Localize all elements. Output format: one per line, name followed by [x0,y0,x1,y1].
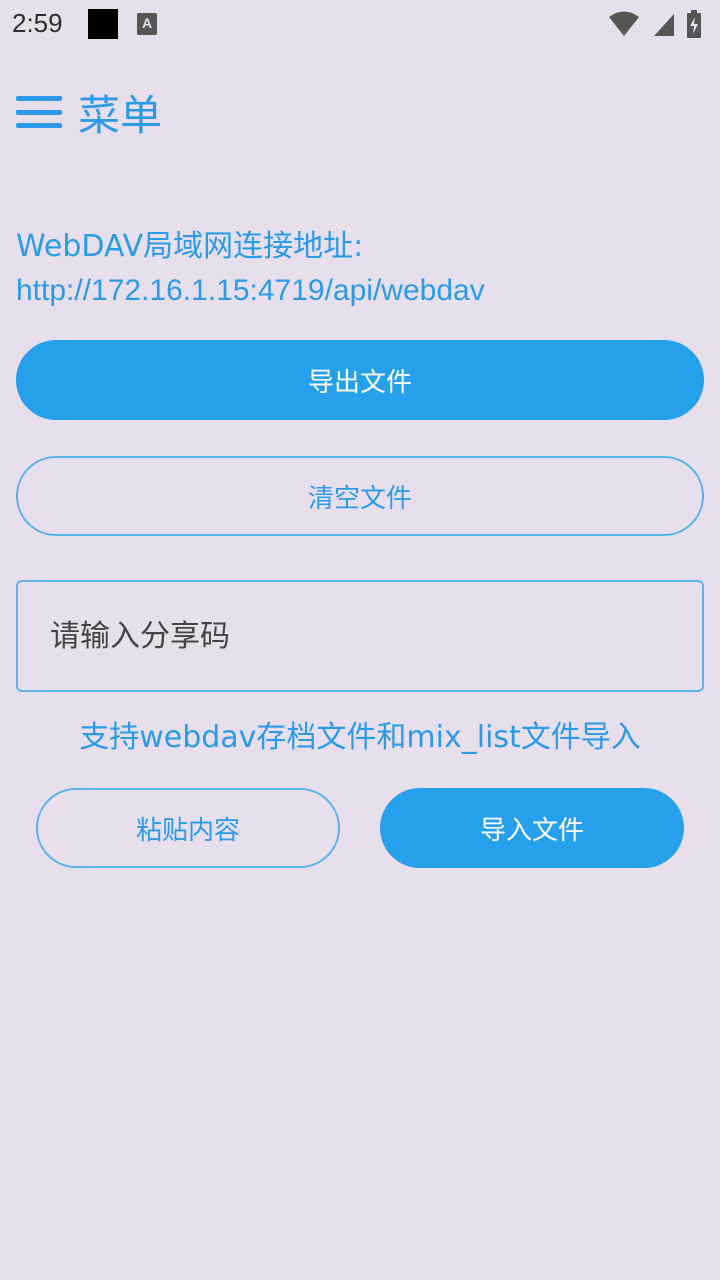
share-code-input[interactable] [16,580,704,692]
status-time: 2:59 [12,8,63,38]
menu-title[interactable]: 菜单 [78,82,162,143]
paste-content-button[interactable]: 粘贴内容 [36,788,340,868]
status-bar: 2:59 A [0,0,720,48]
export-files-button[interactable]: 导出文件 [16,340,704,420]
battery-charging-icon [687,10,701,38]
font-a-notification-icon: A [137,13,157,35]
webdav-address-url: http://172.16.1.15:4719/api/webdav [16,274,485,307]
menu-header: 菜单 [16,86,162,140]
wifi-icon [609,11,639,36]
hamburger-menu-icon[interactable] [16,96,62,128]
clear-files-button[interactable]: 清空文件 [16,456,704,536]
webdav-address-label: WebDAV局域网连接地址: [16,229,364,264]
import-support-hint: 支持webdav存档文件和mix_list文件导入 [79,720,641,755]
import-files-button[interactable]: 导入文件 [380,788,684,868]
cell-signal-icon [654,14,674,36]
black-square-notification-icon [88,9,118,39]
